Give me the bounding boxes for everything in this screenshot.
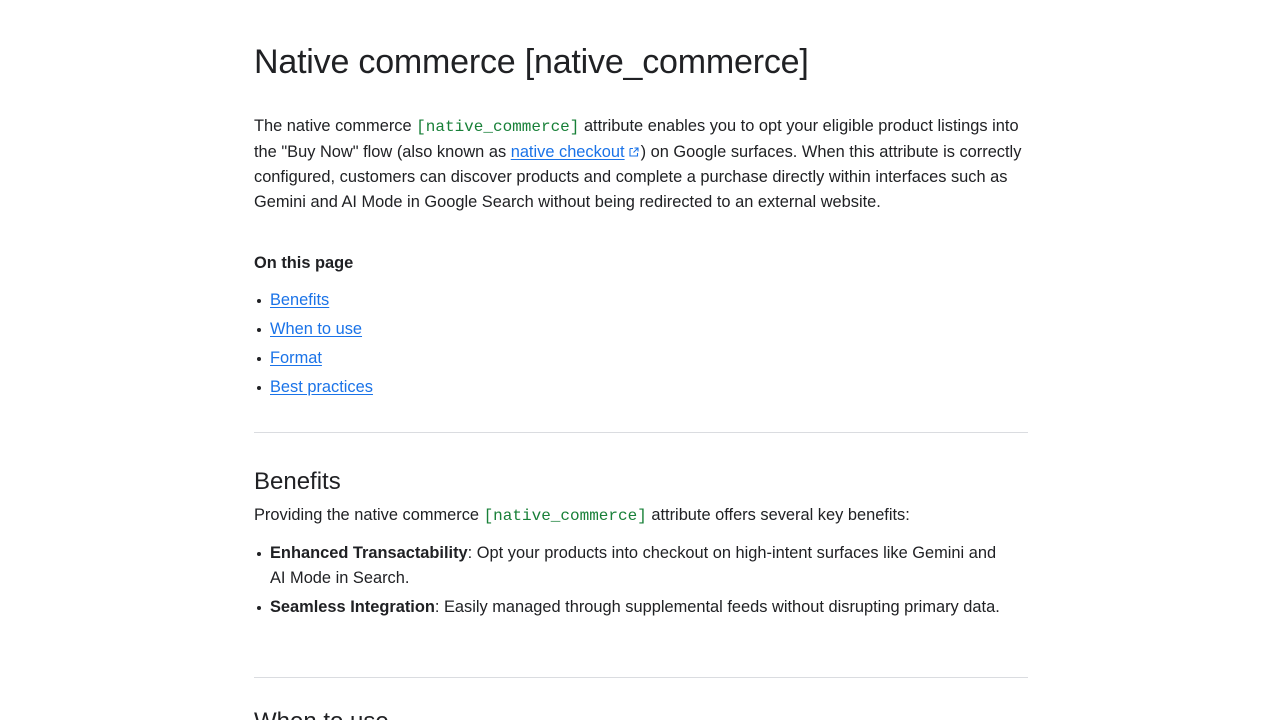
intro-paragraph: The native commerce [native_commerce] at… — [254, 114, 1028, 215]
attribute-code: [native_commerce] — [483, 507, 647, 525]
external-link-icon[interactable] — [629, 147, 639, 157]
list-item: Seamless Integration: Easily managed thr… — [254, 595, 1014, 620]
benefits-text-2: attribute offers several key benefits: — [646, 506, 910, 524]
page-title: Native commerce [native_commerce] — [254, 43, 809, 81]
benefits-text-1: Providing the native commerce — [254, 506, 484, 524]
toc-link-best-practices[interactable]: Best practices — [270, 378, 373, 396]
list-item: Format — [254, 346, 373, 375]
benefits-intro: Providing the native commerce [native_co… — [254, 503, 1028, 529]
toc-link-benefits[interactable]: Benefits — [270, 291, 329, 309]
list-item: Enhanced Transactability: Opt your produ… — [254, 541, 1014, 591]
native-checkout-link[interactable]: native checkout — [511, 143, 625, 161]
section-divider — [254, 677, 1028, 678]
benefits-list: Enhanced Transactability: Opt your produ… — [254, 541, 1014, 624]
list-item: Benefits — [254, 288, 373, 317]
benefit-description: : Easily managed through supplemental fe… — [434, 598, 1000, 616]
on-this-page-heading: On this page — [254, 254, 354, 272]
when-to-use-heading: When to use — [254, 706, 389, 720]
benefit-title: Enhanced Transactability — [270, 544, 468, 562]
section-divider — [254, 432, 1028, 433]
list-item: Best practices — [254, 375, 373, 404]
benefit-title: Seamless Integration — [270, 598, 435, 616]
intro-text-1: The native commerce — [254, 117, 417, 135]
on-this-page-list: Benefits When to use Format Best practic… — [254, 288, 373, 404]
list-item: When to use — [254, 317, 373, 346]
toc-link-format[interactable]: Format — [270, 349, 322, 367]
attribute-code: [native_commerce] — [416, 118, 580, 136]
benefits-heading: Benefits — [254, 468, 341, 495]
toc-link-when-to-use[interactable]: When to use — [270, 320, 362, 338]
